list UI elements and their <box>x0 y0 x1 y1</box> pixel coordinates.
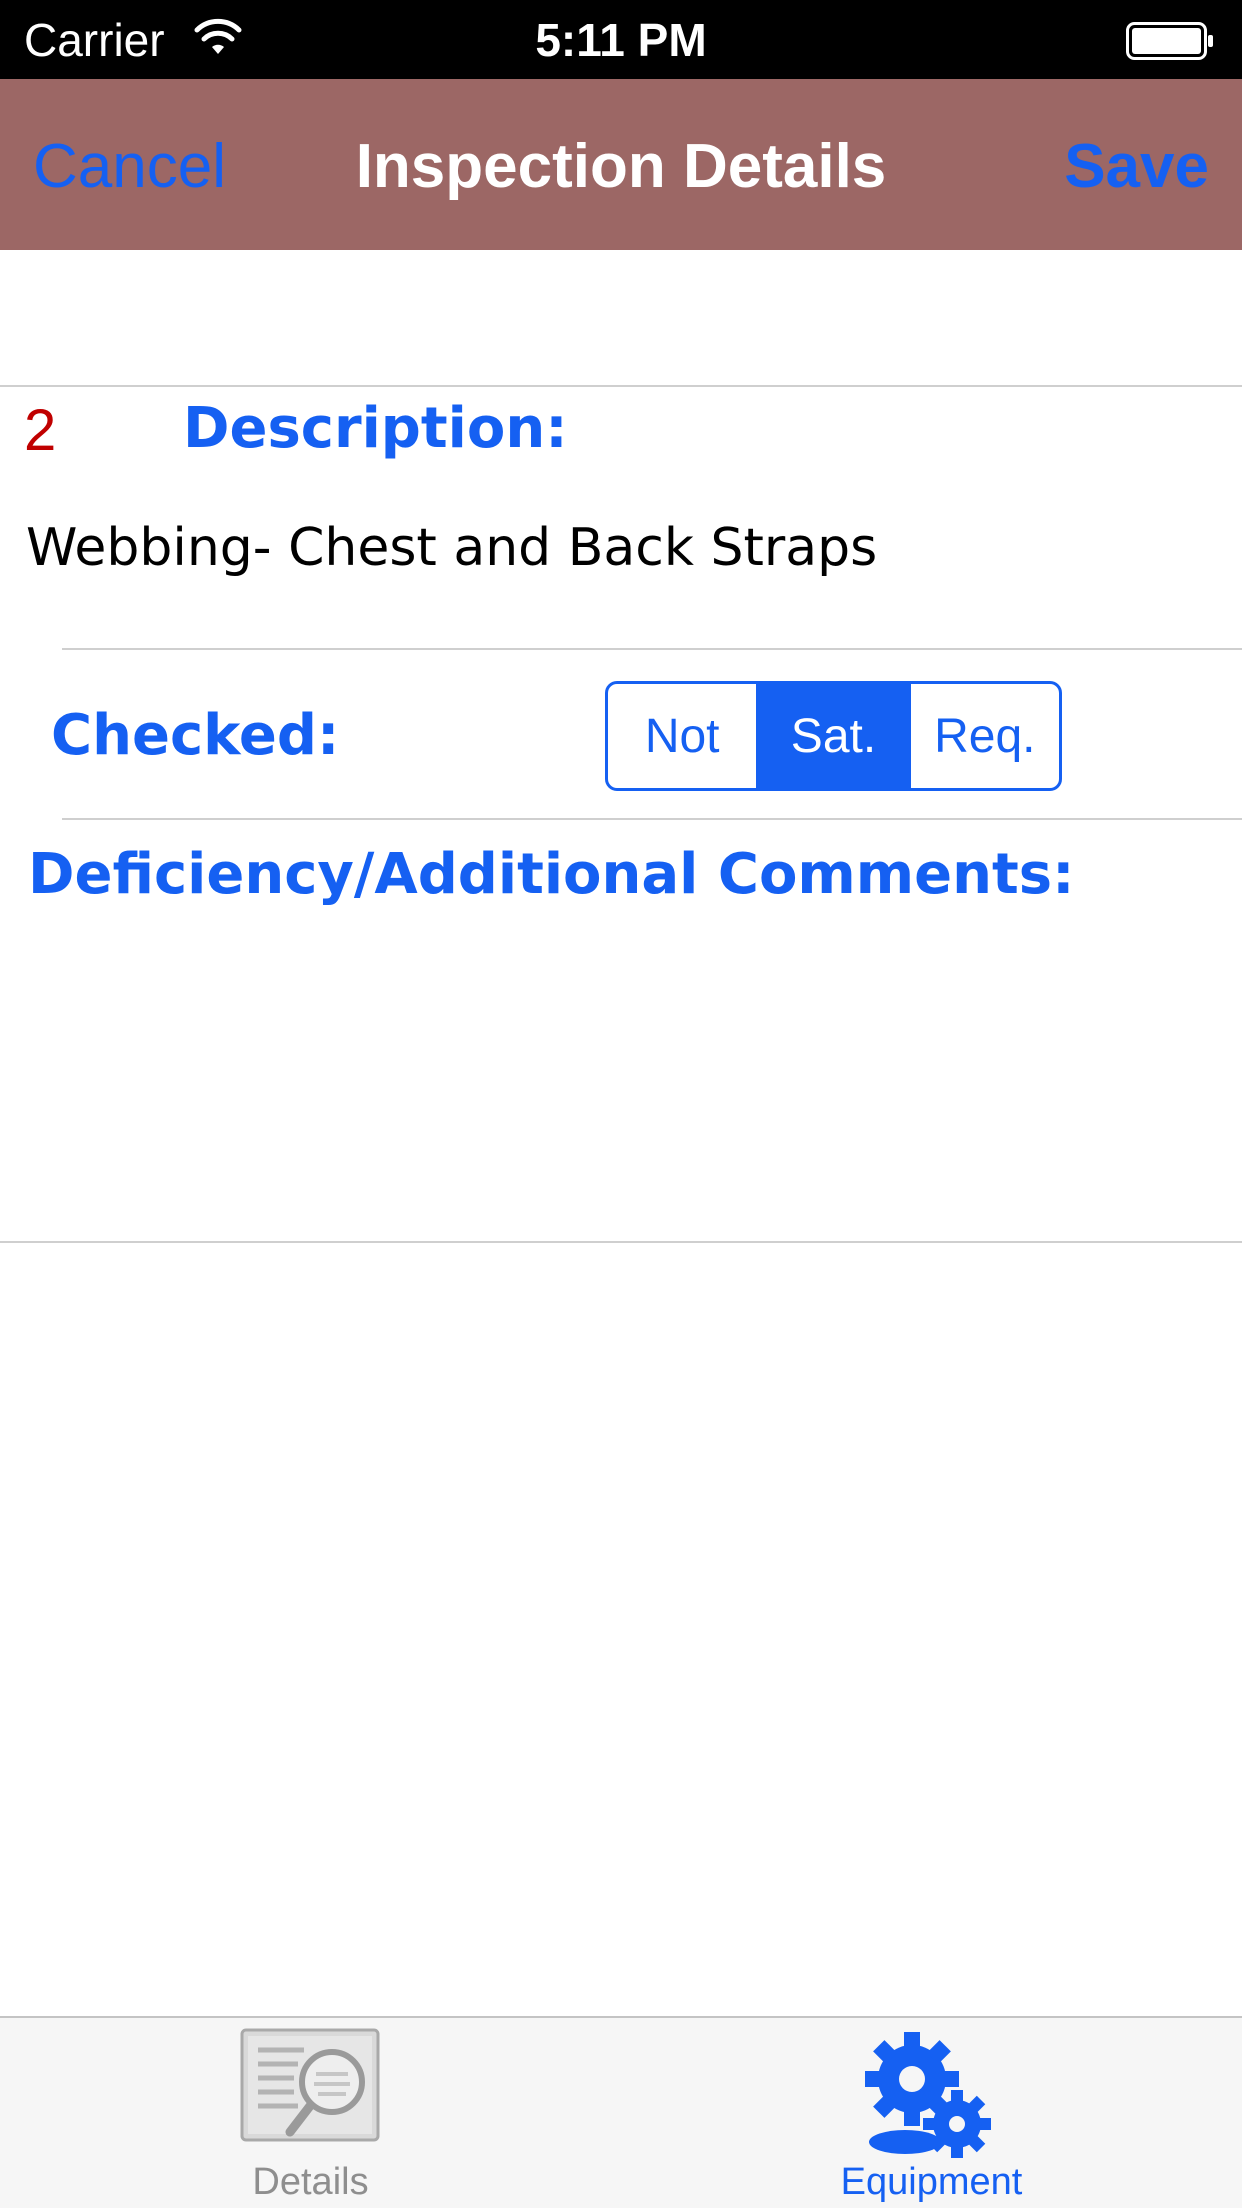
comments-textarea[interactable] <box>28 918 1222 1242</box>
divider <box>0 385 1242 387</box>
description-value: Webbing- Chest and Back Straps <box>26 518 878 578</box>
divider <box>62 818 1242 820</box>
divider <box>62 648 1242 650</box>
status-bar: Carrier 5:11 PM <box>0 0 1242 79</box>
item-number: 2 <box>24 398 57 463</box>
save-button[interactable]: Save <box>1064 131 1209 203</box>
description-label: Description: <box>183 396 568 461</box>
checked-segmented-control: Not Sat. Req. <box>605 681 1062 791</box>
tab-equipment[interactable]: Equipment <box>621 2018 1242 2208</box>
comments-label: Deficiency/Additional Comments: <box>28 842 1075 907</box>
magnifier-document-icon <box>240 2028 380 2142</box>
segment-not[interactable]: Not <box>608 684 756 788</box>
tab-bar: Details Equipment <box>0 2016 1242 2208</box>
navigation-bar: Cancel Inspection Details Save <box>0 79 1242 250</box>
clock: 5:11 PM <box>535 14 707 66</box>
battery-icon <box>1126 22 1213 60</box>
segment-sat[interactable]: Sat. <box>756 684 908 788</box>
segment-req[interactable]: Req. <box>907 684 1059 788</box>
tab-details[interactable]: Details <box>0 2018 621 2208</box>
tab-details-label: Details <box>252 2161 369 2203</box>
tab-equipment-label: Equipment <box>840 2161 1023 2203</box>
page-title: Inspection Details <box>355 132 887 201</box>
gears-icon <box>865 2032 991 2158</box>
screen: Carrier 5:11 PM Cancel Inspection Detail… <box>0 0 1242 2208</box>
checked-label: Checked: <box>51 703 340 768</box>
